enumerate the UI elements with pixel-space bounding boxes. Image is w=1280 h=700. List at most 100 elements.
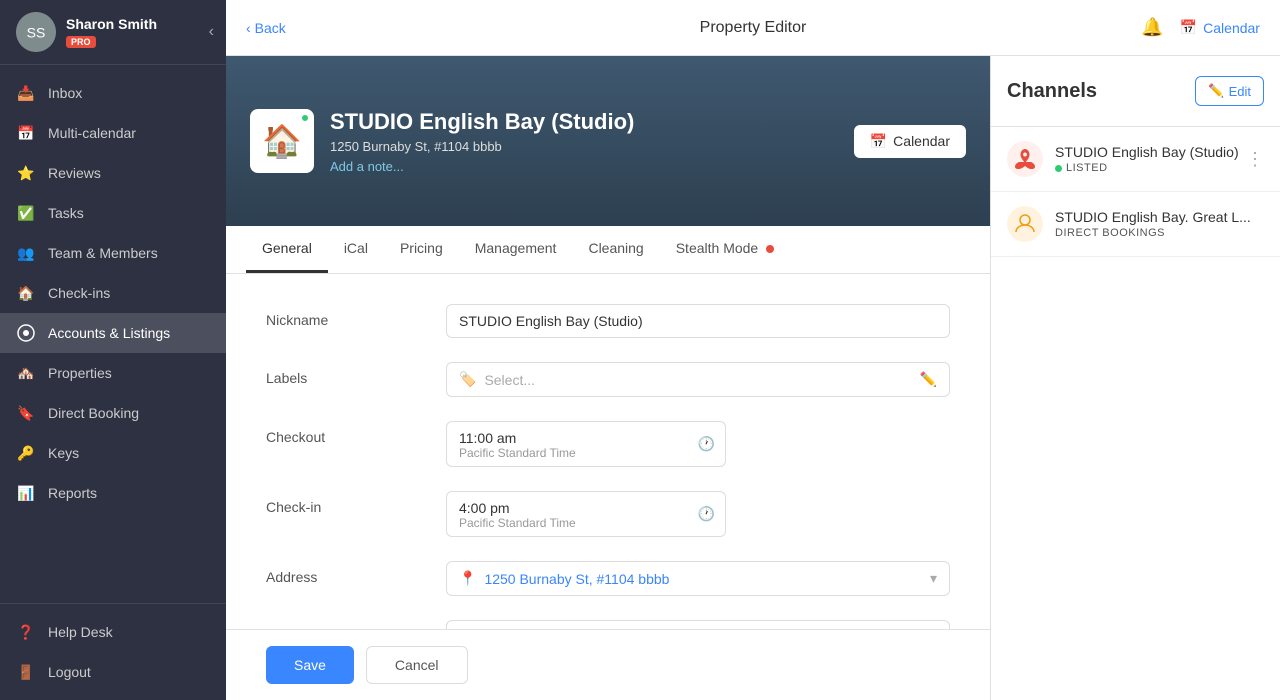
- checkout-timezone: Pacific Standard Time: [459, 446, 713, 460]
- sidebar: SS Sharon Smith PRO ‹ 📥 Inbox 📅 Multi-ca…: [0, 0, 226, 700]
- property-address: 1250 Burnaby St, #1104 bbbb: [330, 139, 854, 154]
- sidebar-item-label: Help Desk: [48, 624, 113, 640]
- channel-item-direct[interactable]: STUDIO English Bay. Great L... DIRECT BO…: [991, 192, 1280, 257]
- topbar: ‹ Back Property Editor 🔔 📅 Calendar: [226, 0, 1280, 56]
- airbnb-logo: [1007, 141, 1043, 177]
- sidebar-item-label: Reviews: [48, 165, 101, 181]
- sidebar-collapse-button[interactable]: ‹: [209, 23, 214, 41]
- nickname-input[interactable]: [446, 304, 950, 338]
- channel-status: DIRECT BOOKINGS: [1055, 227, 1264, 239]
- property-calendar-button[interactable]: 📅 Calendar: [854, 125, 966, 158]
- channel-status-text: LISTED: [1066, 162, 1108, 174]
- sidebar-item-tasks[interactable]: ✅ Tasks: [0, 193, 226, 233]
- address-field: 📍 1250 Burnaby St, #1104 bbbb ▾: [446, 561, 950, 596]
- calendar-icon: 📅: [16, 123, 36, 143]
- sidebar-item-label: Keys: [48, 445, 79, 461]
- channels-title: Channels: [1007, 80, 1097, 103]
- edit-labels-icon[interactable]: ✏️: [920, 371, 937, 388]
- tab-general[interactable]: General: [246, 226, 328, 273]
- checkin-row: Check-in 4:00 pm Pacific Standard Time 🕐: [266, 491, 950, 537]
- logout-icon: 🚪: [16, 662, 36, 682]
- channel-name: STUDIO English Bay (Studio): [1055, 144, 1246, 160]
- property-name: STUDIO English Bay (Studio): [330, 109, 854, 135]
- sidebar-item-reports[interactable]: 📊 Reports: [0, 473, 226, 513]
- parent-property-row: Parent Property ? 🏠 No parent ▾: [266, 620, 950, 629]
- parent-select[interactable]: 🏠 No parent ▾: [446, 620, 950, 629]
- channels-header: Channels ✏️ Edit: [991, 56, 1280, 127]
- more-options-icon[interactable]: ⋮: [1246, 149, 1264, 170]
- sidebar-item-multi-calendar[interactable]: 📅 Multi-calendar: [0, 113, 226, 153]
- parent-field: 🏠 No parent ▾: [446, 620, 950, 629]
- checkin-field: 4:00 pm Pacific Standard Time 🕐: [446, 491, 950, 537]
- channel-status-text: DIRECT BOOKINGS: [1055, 227, 1165, 239]
- sidebar-item-check-ins[interactable]: 🏠 Check-ins: [0, 273, 226, 313]
- properties-icon: 🏘️: [16, 363, 36, 383]
- address-value: 1250 Burnaby St, #1104 bbbb: [484, 571, 930, 587]
- direct-booking-logo: [1007, 206, 1043, 242]
- checkout-field: 11:00 am Pacific Standard Time 🕐: [446, 421, 950, 467]
- sidebar-item-reviews[interactable]: ⭐ Reviews: [0, 153, 226, 193]
- tab-cleaning[interactable]: Cleaning: [572, 226, 659, 273]
- save-button[interactable]: Save: [266, 646, 354, 684]
- calendar-icon: 📅: [1180, 19, 1197, 36]
- sidebar-footer: ❓ Help Desk 🚪 Logout: [0, 603, 226, 700]
- labels-select[interactable]: 🏷️ Select... ✏️: [446, 362, 950, 397]
- address-select[interactable]: 📍 1250 Burnaby St, #1104 bbbb ▾: [446, 561, 950, 596]
- location-pin-icon: 📍: [459, 570, 476, 587]
- labels-field: 🏷️ Select... ✏️: [446, 362, 950, 397]
- back-button[interactable]: ‹ Back: [246, 20, 286, 36]
- sidebar-item-label: Direct Booking: [48, 405, 139, 421]
- checkin-time-picker[interactable]: 4:00 pm Pacific Standard Time 🕐: [446, 491, 726, 537]
- sidebar-item-inbox[interactable]: 📥 Inbox: [0, 73, 226, 113]
- form-footer: Save Cancel: [226, 629, 990, 700]
- pro-badge: PRO: [66, 36, 96, 48]
- property-info: STUDIO English Bay (Studio) 1250 Burnaby…: [330, 109, 854, 174]
- sidebar-item-accounts-listings[interactable]: Accounts & Listings: [0, 313, 226, 353]
- tab-management[interactable]: Management: [459, 226, 573, 273]
- calendar-label: Calendar: [1203, 20, 1260, 36]
- sidebar-item-logout[interactable]: 🚪 Logout: [0, 652, 226, 692]
- chevron-down-icon: ▾: [930, 570, 937, 587]
- channels-edit-button[interactable]: ✏️ Edit: [1195, 76, 1264, 106]
- checkout-time-picker[interactable]: 11:00 am Pacific Standard Time 🕐: [446, 421, 726, 467]
- content-area: 🏠 STUDIO English Bay (Studio) 1250 Burna…: [226, 56, 1280, 700]
- add-note-link[interactable]: Add a note...: [330, 159, 404, 174]
- nickname-row: Nickname: [266, 304, 950, 338]
- channels-panel: Channels ✏️ Edit STUDIO English Bay (Stu…: [990, 56, 1280, 700]
- topbar-calendar-button[interactable]: 📅 Calendar: [1180, 19, 1260, 36]
- page-title: Property Editor: [700, 19, 807, 37]
- sidebar-item-label: Check-ins: [48, 285, 110, 301]
- edit-pencil-icon: ✏️: [1208, 83, 1224, 99]
- channel-item-airbnb[interactable]: STUDIO English Bay (Studio) LISTED ⋮: [991, 127, 1280, 192]
- keys-icon: 🔑: [16, 443, 36, 463]
- tab-stealth-mode[interactable]: Stealth Mode: [660, 226, 790, 273]
- svg-text:SS: SS: [27, 25, 46, 41]
- labels-placeholder: Select...: [484, 372, 919, 388]
- checkin-time-value: 4:00 pm: [459, 500, 713, 516]
- user-info: Sharon Smith PRO: [66, 16, 157, 48]
- sidebar-item-label: Inbox: [48, 85, 82, 101]
- topbar-right: 🔔 📅 Calendar: [1141, 17, 1260, 38]
- sidebar-item-direct-booking[interactable]: 🔖 Direct Booking: [0, 393, 226, 433]
- clock-icon: 🕐: [698, 506, 715, 523]
- cancel-button[interactable]: Cancel: [366, 646, 468, 684]
- sidebar-item-properties[interactable]: 🏘️ Properties: [0, 353, 226, 393]
- checkout-row: Checkout 11:00 am Pacific Standard Time …: [266, 421, 950, 467]
- tab-pricing[interactable]: Pricing: [384, 226, 459, 273]
- sidebar-item-label: Team & Members: [48, 245, 158, 261]
- sidebar-item-team-members[interactable]: 👥 Team & Members: [0, 233, 226, 273]
- notification-bell-icon[interactable]: 🔔: [1141, 17, 1163, 38]
- nickname-label: Nickname: [266, 304, 446, 328]
- checkins-icon: 🏠: [16, 283, 36, 303]
- sidebar-item-label: Reports: [48, 485, 97, 501]
- team-icon: 👥: [16, 243, 36, 263]
- sidebar-item-label: Accounts & Listings: [48, 325, 170, 341]
- sidebar-item-keys[interactable]: 🔑 Keys: [0, 433, 226, 473]
- parent-property-label: Parent Property ?: [266, 620, 446, 629]
- back-arrow-icon: ‹: [246, 20, 251, 36]
- help-icon: ❓: [16, 622, 36, 642]
- sidebar-header: SS Sharon Smith PRO ‹: [0, 0, 226, 65]
- tab-ical[interactable]: iCal: [328, 226, 384, 273]
- back-label: Back: [255, 20, 286, 36]
- sidebar-item-help-desk[interactable]: ❓ Help Desk: [0, 612, 226, 652]
